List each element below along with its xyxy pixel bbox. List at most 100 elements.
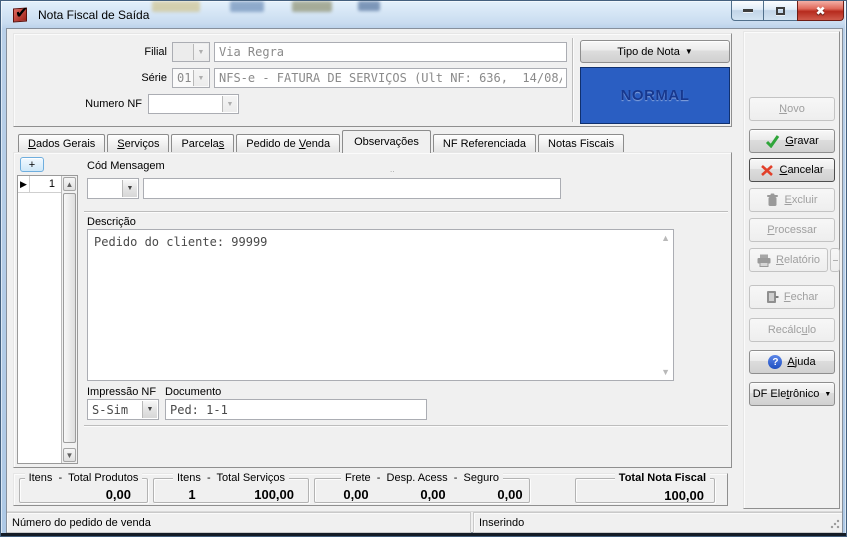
tab-parcelas[interactable]: Parcelas bbox=[171, 134, 234, 153]
impressao-nf-combo[interactable]: S-Sim ▼ bbox=[87, 399, 159, 420]
check-icon bbox=[765, 134, 780, 148]
tab-bar: Dados Gerais Serviços Parcelas Pedido de… bbox=[17, 132, 625, 153]
maximize-button[interactable] bbox=[764, 1, 797, 21]
record-grid: ▶ 1 ▲ ▼ bbox=[17, 175, 78, 464]
add-row-button[interactable]: + bbox=[20, 157, 44, 172]
relatorio-split-button bbox=[830, 248, 840, 272]
totals-produtos-caption: Itens - Total Produtos bbox=[25, 472, 143, 484]
tab-pedido-de-venda[interactable]: Pedido de Venda bbox=[236, 134, 340, 153]
grid-row-number: 1 bbox=[30, 178, 61, 190]
tab-notas-fiscais[interactable]: Notas Fiscais bbox=[538, 134, 624, 153]
header-separator bbox=[572, 38, 574, 122]
window-title: Nota Fiscal de Saída bbox=[38, 8, 149, 22]
tipo-nota-indicator: NORMAL bbox=[580, 67, 730, 124]
documento-value: Ped: 1-1 bbox=[170, 403, 228, 417]
descricao-text: Pedido do cliente: 99999 bbox=[94, 235, 267, 249]
mensagem-field[interactable] bbox=[143, 178, 561, 199]
excluir-label: Excluir bbox=[784, 194, 817, 206]
tab-label: Parcelas bbox=[181, 138, 224, 150]
tab-dados-gerais[interactable]: Dados Gerais bbox=[18, 134, 105, 153]
minimize-button[interactable] bbox=[731, 1, 764, 21]
cod-mensagem-combo[interactable]: ▼ bbox=[87, 178, 139, 199]
grid-scrollbar[interactable]: ▲ ▼ bbox=[61, 176, 77, 463]
impressao-nf-dropdown-icon[interactable]: ▼ bbox=[142, 401, 157, 418]
status-panel-left: Número do pedido de venda bbox=[7, 512, 471, 533]
row-marker-icon: ▶ bbox=[18, 179, 27, 190]
relatorio-label: Relatório bbox=[776, 254, 820, 266]
fechar-label: Fechar bbox=[784, 291, 818, 303]
grid-scroll-up-icon[interactable]: ▲ bbox=[63, 177, 76, 191]
novo-button: Novo bbox=[749, 97, 835, 121]
app-icon[interactable]: ✔ bbox=[13, 6, 31, 24]
titlebar[interactable]: ✔ Nota Fiscal de Saída ✖ bbox=[2, 1, 845, 28]
titlebar-artifact bbox=[152, 1, 200, 12]
impressao-nf-label: Impressão NF bbox=[87, 386, 156, 398]
totals-servicos-caption: Itens - Total Serviços bbox=[173, 472, 289, 484]
recalculo-button: Recálculo bbox=[749, 318, 835, 342]
grid-scroll-down-icon[interactable]: ▼ bbox=[63, 448, 76, 462]
separator-line bbox=[84, 211, 728, 213]
resize-grip[interactable] bbox=[830, 519, 840, 529]
totals-outros-caption: Frete - Desp. Acess - Seguro bbox=[341, 472, 503, 484]
tab-observacoes[interactable]: Observações bbox=[342, 130, 431, 153]
tab-servicos[interactable]: Serviços bbox=[107, 134, 169, 153]
printer-icon bbox=[757, 254, 771, 267]
filial-name-value: Via Regra bbox=[219, 45, 284, 59]
cod-mensagem-dropdown-icon[interactable]: ▼ bbox=[122, 180, 137, 197]
grid-row[interactable]: ▶ 1 bbox=[18, 176, 61, 193]
cancelar-button[interactable]: Cancelar bbox=[749, 158, 835, 182]
stray-pixels: .. bbox=[390, 165, 394, 174]
action-panel: Novo Gravar Cancelar Excluir Processar R… bbox=[743, 31, 840, 509]
filial-dropdown-icon: ▼ bbox=[193, 44, 208, 60]
totals-panel: Itens - Total Produtos 0,00 Itens - Tota… bbox=[13, 473, 728, 506]
ajuda-button[interactable]: ? Ajuda bbox=[749, 350, 835, 374]
totals-produtos-group: Itens - Total Produtos 0,00 bbox=[19, 478, 148, 503]
tab-label: NF Referenciada bbox=[443, 138, 526, 150]
help-icon: ? bbox=[768, 355, 782, 369]
totals-servicos-valor: 100,00 bbox=[254, 487, 294, 502]
minimize-icon bbox=[743, 9, 753, 12]
df-eletronico-button[interactable]: DF Eletrônico ▼ bbox=[749, 382, 835, 406]
gravar-button[interactable]: Gravar bbox=[749, 129, 835, 153]
totals-produtos-valor: 0,00 bbox=[106, 487, 131, 502]
descricao-scroll-down-icon[interactable]: ▼ bbox=[661, 367, 670, 377]
totals-seguro-valor: 0,00 bbox=[485, 487, 535, 502]
tipo-nota-value: NORMAL bbox=[621, 87, 690, 104]
df-eletronico-dropdown-icon: ▼ bbox=[824, 391, 831, 398]
trash-icon bbox=[766, 193, 779, 207]
descricao-label: Descrição bbox=[87, 216, 136, 228]
documento-field[interactable]: Ped: 1-1 bbox=[165, 399, 427, 420]
relatorio-button: Relatório bbox=[749, 248, 828, 272]
numero-nf-field: 0 ▼ bbox=[148, 94, 239, 114]
serie-desc-value: NFS-e - FATURA DE SERVIÇOS (Ult NF: 636,… bbox=[219, 71, 562, 85]
maximize-icon bbox=[776, 7, 785, 15]
titlebar-artifact bbox=[358, 1, 380, 11]
impressao-nf-value: S-Sim bbox=[92, 403, 128, 417]
tipo-de-nota-button[interactable]: Tipo de Nota ▼ bbox=[580, 40, 730, 63]
tab-nf-referenciada[interactable]: NF Referenciada bbox=[433, 134, 536, 153]
processar-label: Processar bbox=[767, 224, 817, 236]
close-button[interactable]: ✖ bbox=[797, 1, 844, 21]
descricao-scroll-up-icon[interactable]: ▲ bbox=[661, 233, 670, 243]
status-bar: Número do pedido de venda Inserindo bbox=[7, 511, 842, 532]
relatorio-split-icon bbox=[833, 260, 838, 261]
add-row-label: + bbox=[29, 159, 35, 171]
totals-desp-acess-valor: 0,00 bbox=[408, 487, 458, 502]
tab-page-observacoes: + ▶ 1 ▲ ▼ Cód Mensagem ▼ bbox=[13, 152, 732, 468]
serie-code-value: 01 bbox=[177, 71, 191, 85]
gravar-label: Gravar bbox=[785, 135, 819, 147]
titlebar-artifact bbox=[292, 1, 332, 12]
numero-nf-label: Numero NF bbox=[14, 98, 142, 110]
grid-scroll-thumb[interactable] bbox=[63, 193, 76, 443]
x-icon bbox=[760, 164, 774, 177]
tab-label: Observações bbox=[354, 136, 419, 148]
serie-dropdown-icon: ▼ bbox=[193, 70, 208, 86]
totals-servicos-group: Itens - Total Serviços 1 100,00 bbox=[153, 478, 309, 503]
close-icon: ✖ bbox=[815, 4, 825, 18]
header-panel: Filial 1 ▼ Via Regra Série 01 ▼ NFS-e - … bbox=[13, 33, 732, 127]
totals-servicos-itens: 1 bbox=[172, 487, 212, 502]
separator-line bbox=[84, 425, 728, 427]
descricao-textarea[interactable]: Pedido do cliente: 99999 ▲ ▼ bbox=[87, 229, 674, 381]
cancelar-label: Cancelar bbox=[779, 164, 823, 176]
status-right-text: Inserindo bbox=[474, 517, 524, 529]
